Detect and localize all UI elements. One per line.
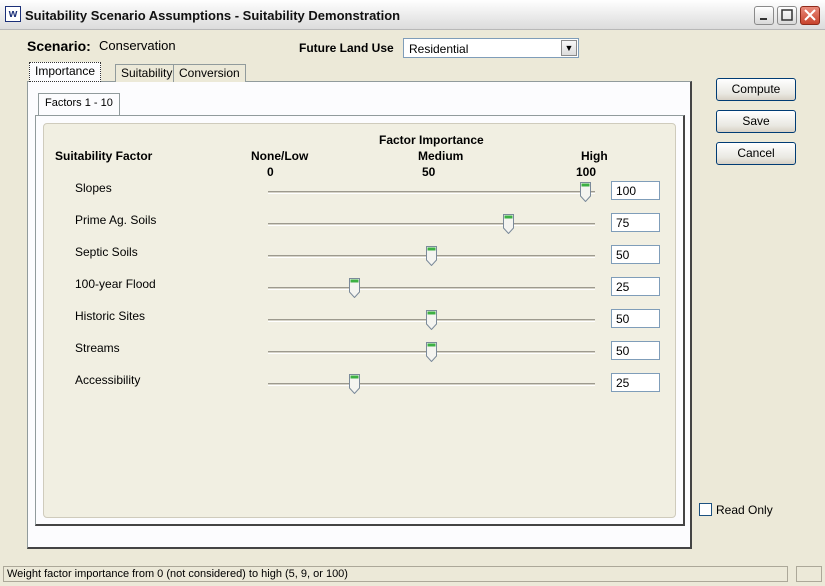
scenario-label: Scenario:: [27, 38, 91, 54]
maximize-icon: [781, 9, 793, 21]
suitability-factor-heading: Suitability Factor: [55, 149, 153, 163]
importance-slider-track[interactable]: [268, 383, 595, 386]
importance-slider-track[interactable]: [268, 191, 595, 194]
window-title: Suitability Scenario Assumptions - Suita…: [25, 8, 401, 23]
factor-label: Accessibility: [75, 373, 141, 387]
medium-label: Medium: [418, 149, 464, 163]
importance-slider-thumb[interactable]: [349, 278, 361, 298]
importance-slider-thumb[interactable]: [502, 214, 514, 234]
factor-label: Historic Sites: [75, 309, 146, 323]
factor-value-input[interactable]: 25: [611, 277, 660, 296]
factor-label: Prime Ag. Soils: [75, 213, 157, 227]
scale-min-label: 0: [267, 165, 274, 179]
factor-label: Septic Soils: [75, 245, 138, 259]
importance-slider-thumb[interactable]: [426, 246, 437, 266]
future-land-use-value: Residential: [409, 42, 469, 56]
tab-importance[interactable]: Importance: [29, 62, 102, 82]
tab-conversion[interactable]: Conversion: [173, 64, 246, 82]
minimize-button[interactable]: [754, 6, 774, 25]
close-icon: [804, 9, 816, 21]
importance-slider-thumb[interactable]: [349, 374, 361, 394]
minimize-icon: [760, 18, 767, 20]
importance-slider-thumb[interactable]: [426, 342, 437, 362]
future-land-use-select[interactable]: Residential ▼: [403, 38, 579, 58]
compute-button[interactable]: Compute: [716, 78, 796, 101]
importance-slider-track[interactable]: [268, 287, 595, 290]
cancel-button[interactable]: Cancel: [716, 142, 796, 165]
title-bar[interactable]: w Suitability Scenario Assumptions - Sui…: [0, 0, 825, 30]
tab-suitability[interactable]: Suitability: [115, 64, 179, 82]
chevron-down-icon[interactable]: ▼: [561, 40, 577, 56]
importance-slider-thumb[interactable]: [426, 310, 437, 330]
factor-value-input[interactable]: 100: [611, 181, 660, 200]
save-button[interactable]: Save: [716, 110, 796, 133]
factor-importance-heading: Factor Importance: [379, 133, 484, 147]
read-only-checkbox[interactable]: [699, 503, 712, 516]
factor-value-input[interactable]: 50: [611, 341, 660, 360]
tab-factors-1-10[interactable]: Factors 1 - 10: [38, 93, 120, 115]
scale-max-label: 100: [576, 165, 597, 179]
factor-label: Streams: [75, 341, 120, 355]
close-button[interactable]: [800, 6, 820, 25]
app-icon: w: [5, 6, 21, 22]
read-only-label: Read Only: [716, 503, 773, 517]
resize-grip[interactable]: [796, 566, 822, 582]
future-land-use-label: Future Land Use: [299, 41, 394, 55]
factor-value-input[interactable]: 50: [611, 309, 660, 328]
scenario-value: Conservation: [99, 38, 176, 53]
none-low-label: None/Low: [251, 149, 309, 163]
factor-value-input[interactable]: 50: [611, 245, 660, 264]
high-label: High: [581, 149, 608, 163]
main-window: w Suitability Scenario Assumptions - Sui…: [0, 0, 825, 586]
status-bar: Weight factor importance from 0 (not con…: [3, 566, 788, 582]
factor-label: Slopes: [75, 181, 112, 195]
importance-slider-thumb[interactable]: [579, 182, 591, 202]
factor-value-input[interactable]: 25: [611, 373, 660, 392]
factor-value-input[interactable]: 75: [611, 213, 660, 232]
factor-label: 100-year Flood: [75, 277, 156, 291]
maximize-button[interactable]: [777, 6, 797, 25]
importance-slider-track[interactable]: [268, 223, 595, 226]
scale-mid-label: 50: [422, 165, 436, 179]
